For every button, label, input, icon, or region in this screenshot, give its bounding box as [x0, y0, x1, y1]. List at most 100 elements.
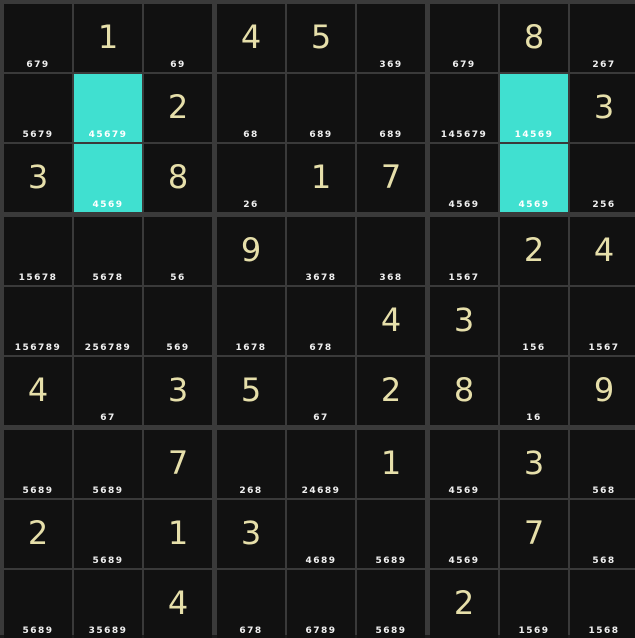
sudoku-board: 679 1 69 4 5 369 679 8 267 5679 45679 2 68 689 689 1456…: [0, 0, 635, 638]
sudoku-cell[interactable]: 2: [144, 74, 212, 142]
sudoku-cell[interactable]: 5689: [357, 570, 425, 638]
sudoku-cell[interactable]: 568: [570, 430, 635, 498]
sudoku-cell[interactable]: 45679: [74, 74, 142, 142]
sudoku-cell[interactable]: 5: [287, 4, 355, 72]
sudoku-cell[interactable]: 256789: [74, 287, 142, 355]
sudoku-cell[interactable]: 4: [217, 4, 285, 72]
sudoku-cell[interactable]: 267: [570, 4, 635, 72]
sudoku-cell[interactable]: 7: [144, 430, 212, 498]
sudoku-cell[interactable]: 1: [357, 430, 425, 498]
sudoku-cell[interactable]: 3: [217, 500, 285, 568]
sudoku-cell[interactable]: 689: [357, 74, 425, 142]
sudoku-cell[interactable]: 3678: [287, 217, 355, 285]
cell-candidates: 69: [170, 60, 186, 70]
sudoku-cell[interactable]: 5689: [74, 500, 142, 568]
sudoku-cell[interactable]: 256: [570, 144, 635, 212]
sudoku-cell[interactable]: 2: [500, 217, 568, 285]
sudoku-cell[interactable]: 2: [357, 357, 425, 425]
sudoku-cell[interactable]: 15678: [4, 217, 72, 285]
sudoku-cell[interactable]: 26: [217, 144, 285, 212]
sudoku-cell[interactable]: 3: [500, 430, 568, 498]
sudoku-cell[interactable]: 7: [500, 500, 568, 568]
sudoku-cell[interactable]: 68: [217, 74, 285, 142]
sudoku-cell[interactable]: 5689: [74, 430, 142, 498]
sudoku-cell[interactable]: 1567: [430, 217, 498, 285]
sudoku-cell[interactable]: 3: [430, 287, 498, 355]
cell-candidates: 1567: [588, 343, 620, 353]
cell-value: 3: [453, 301, 475, 339]
cell-candidates: 6789: [305, 626, 337, 636]
sudoku-cell[interactable]: 35689: [74, 570, 142, 638]
sudoku-cell[interactable]: 369: [357, 4, 425, 72]
sudoku-cell[interactable]: 568: [570, 500, 635, 568]
sudoku-cell[interactable]: 3: [4, 144, 72, 212]
sudoku-cell[interactable]: 69: [144, 4, 212, 72]
sudoku-cell[interactable]: 3: [570, 74, 635, 142]
cell-value: 7: [167, 444, 189, 482]
cell-value: 1: [380, 444, 402, 482]
cell-value: 5: [240, 371, 262, 409]
sudoku-cell[interactable]: 16: [500, 357, 568, 425]
cell-value: 7: [380, 158, 402, 196]
sudoku-cell[interactable]: 1678: [217, 287, 285, 355]
cell-candidates: 145679: [440, 130, 488, 140]
cell-candidates: 24689: [301, 486, 341, 496]
sudoku-cell[interactable]: 9: [217, 217, 285, 285]
sudoku-cell[interactable]: 5679: [4, 74, 72, 142]
sudoku-cell[interactable]: 4: [4, 357, 72, 425]
sudoku-cell[interactable]: 4569: [430, 144, 498, 212]
sudoku-cell[interactable]: 67: [74, 357, 142, 425]
sudoku-cell[interactable]: 4689: [287, 500, 355, 568]
sudoku-cell[interactable]: 679: [430, 4, 498, 72]
cell-value: 3: [167, 371, 189, 409]
sudoku-cell[interactable]: 8: [430, 357, 498, 425]
sudoku-cell[interactable]: 678: [217, 570, 285, 638]
sudoku-cell[interactable]: 5689: [357, 500, 425, 568]
sudoku-cell[interactable]: 4569: [430, 500, 498, 568]
sudoku-cell[interactable]: 145679: [430, 74, 498, 142]
sudoku-cell[interactable]: 5689: [4, 570, 72, 638]
sudoku-cell[interactable]: 4: [357, 287, 425, 355]
sudoku-cell[interactable]: 156789: [4, 287, 72, 355]
sudoku-cell[interactable]: 14569: [500, 74, 568, 142]
cell-candidates: 56: [170, 273, 186, 283]
sudoku-cell[interactable]: 2: [430, 570, 498, 638]
cell-value: 9: [593, 371, 615, 409]
sudoku-cell[interactable]: 1569: [500, 570, 568, 638]
cell-value: 4: [593, 231, 615, 269]
sudoku-cell[interactable]: 1: [74, 4, 142, 72]
sudoku-cell[interactable]: 4569: [430, 430, 498, 498]
cell-value: 5: [310, 18, 332, 56]
sudoku-cell[interactable]: 268: [217, 430, 285, 498]
sudoku-cell[interactable]: 5678: [74, 217, 142, 285]
sudoku-cell[interactable]: 67: [287, 357, 355, 425]
sudoku-cell[interactable]: 24689: [287, 430, 355, 498]
sudoku-cell[interactable]: 1: [144, 500, 212, 568]
sudoku-cell[interactable]: 2: [4, 500, 72, 568]
sudoku-cell[interactable]: 8: [500, 4, 568, 72]
sudoku-cell[interactable]: 4: [570, 217, 635, 285]
sudoku-cell[interactable]: 8: [144, 144, 212, 212]
cell-candidates: 1569: [518, 626, 550, 636]
sudoku-cell[interactable]: 679: [4, 4, 72, 72]
sudoku-cell[interactable]: 56: [144, 217, 212, 285]
cell-candidates: 679: [452, 60, 476, 70]
sudoku-cell[interactable]: 4: [144, 570, 212, 638]
sudoku-cell[interactable]: 368: [357, 217, 425, 285]
sudoku-cell[interactable]: 1567: [570, 287, 635, 355]
sudoku-cell[interactable]: 569: [144, 287, 212, 355]
sudoku-cell[interactable]: 156: [500, 287, 568, 355]
sudoku-cell[interactable]: 678: [287, 287, 355, 355]
sudoku-cell[interactable]: 5689: [4, 430, 72, 498]
sudoku-cell[interactable]: 3: [144, 357, 212, 425]
sudoku-cell[interactable]: 689: [287, 74, 355, 142]
sudoku-cell[interactable]: 1: [287, 144, 355, 212]
sudoku-cell[interactable]: 4569: [500, 144, 568, 212]
sudoku-cell[interactable]: 6789: [287, 570, 355, 638]
sudoku-cell[interactable]: 5: [217, 357, 285, 425]
sudoku-cell[interactable]: 7: [357, 144, 425, 212]
sudoku-cell[interactable]: 9: [570, 357, 635, 425]
sudoku-cell[interactable]: 1568: [570, 570, 635, 638]
sudoku-cell[interactable]: 4569: [74, 144, 142, 212]
cell-value: 7: [523, 514, 545, 552]
